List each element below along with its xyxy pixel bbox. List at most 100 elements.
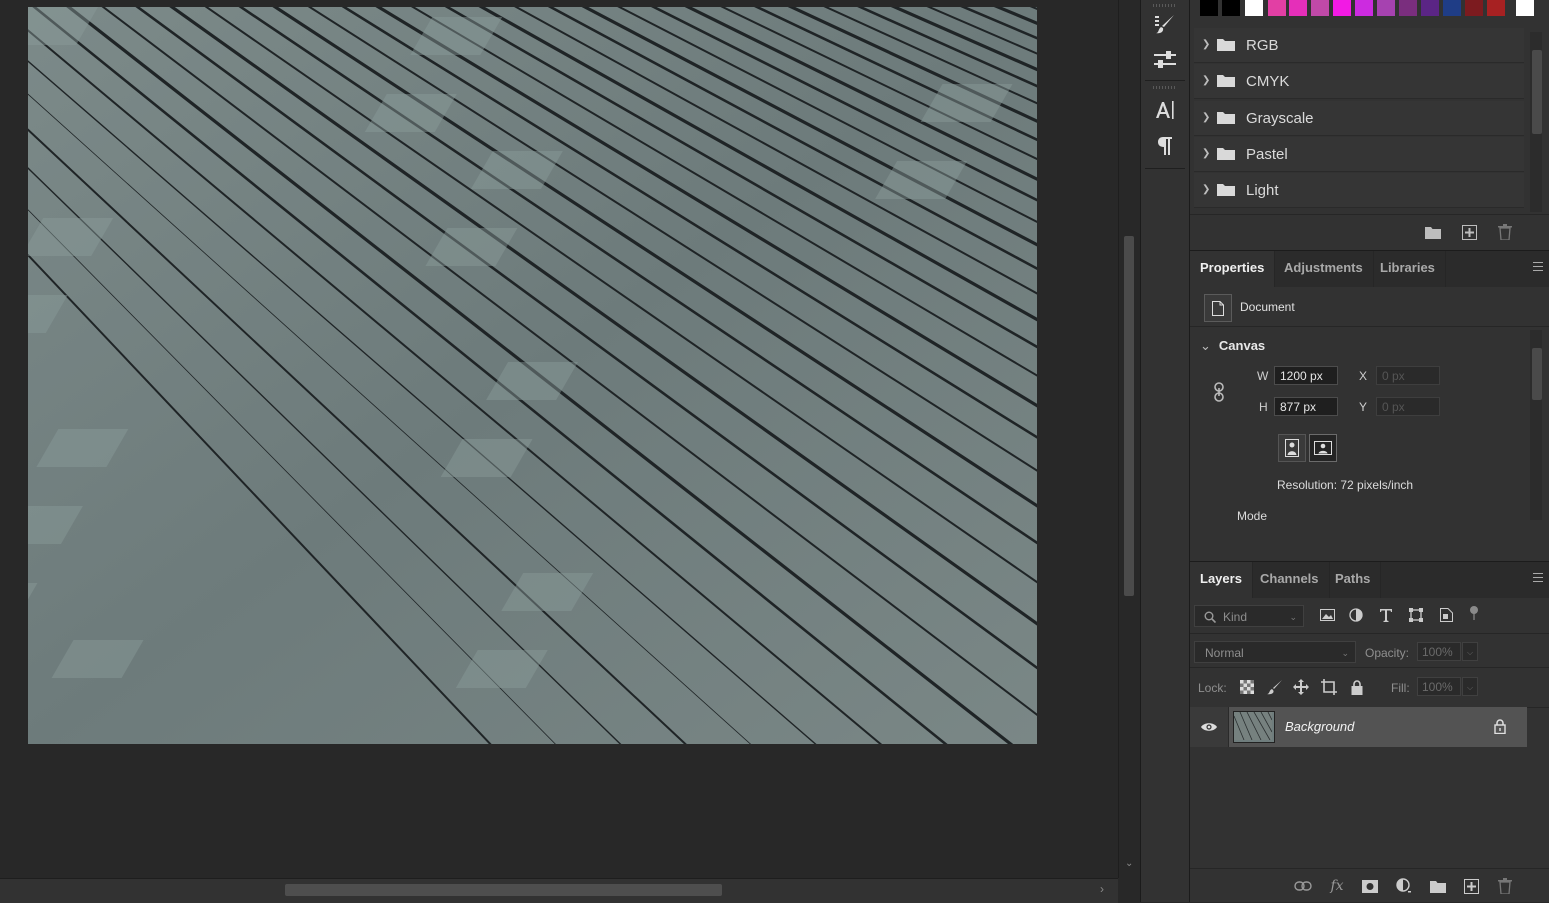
swatch-group-pastel[interactable]: ❯ Pastel [1194, 137, 1524, 172]
new-layer-icon[interactable] [1462, 877, 1480, 895]
lock-image-pixels-brush-icon[interactable] [1265, 677, 1285, 697]
vertical-scrollbar[interactable]: ⌄ [1118, 0, 1141, 878]
swatch-group-light[interactable]: ❯ Light [1194, 173, 1524, 208]
delete-layer-trash-icon[interactable] [1496, 877, 1514, 895]
properties-scrollbar[interactable] [1530, 330, 1542, 520]
fill-dropdown-arrow-icon[interactable]: ⌵ [1462, 677, 1478, 696]
color-swatch[interactable] [1245, 0, 1263, 16]
history-brush-icon[interactable] [1151, 10, 1179, 38]
color-swatch[interactable] [1333, 0, 1351, 16]
add-mask-icon[interactable] [1361, 877, 1379, 895]
lock-position-move-icon[interactable] [1291, 677, 1311, 697]
layer-row-background[interactable]: Background [1190, 707, 1527, 747]
color-swatch[interactable] [1268, 0, 1286, 16]
canvas-workspace[interactable] [0, 0, 1118, 878]
fx-layer-style-icon[interactable]: fx [1328, 877, 1346, 895]
properties-tab-bar: Properties Adjustments Libraries [1190, 250, 1549, 287]
color-swatch[interactable] [1516, 0, 1534, 16]
type-layer-filter-icon[interactable] [1376, 605, 1396, 625]
folder-icon [1217, 148, 1235, 160]
lock-label: Lock: [1198, 681, 1227, 695]
swatch-group-cmyk[interactable]: ❯ CMYK [1194, 64, 1524, 99]
lock-artboard-crop-icon[interactable] [1319, 677, 1339, 697]
fill-field[interactable]: 100% [1417, 677, 1461, 696]
chevron-down-icon[interactable]: ⌄ [1200, 338, 1211, 354]
blend-mode-dropdown[interactable]: Normal ⌄ [1194, 641, 1356, 663]
y-field[interactable]: 0 px [1376, 397, 1440, 416]
folder-icon [1217, 39, 1235, 51]
tab-paths[interactable]: Paths [1325, 562, 1382, 598]
scroll-right-arrow-icon[interactable]: › [1100, 882, 1104, 896]
filter-kind-dropdown[interactable]: Kind ⌄ [1194, 605, 1304, 627]
properties-scroll-thumb[interactable] [1532, 348, 1542, 400]
new-adjustment-layer-icon[interactable] [1395, 877, 1413, 895]
color-swatch[interactable] [1377, 0, 1395, 16]
color-swatch[interactable] [1311, 0, 1329, 16]
layer-lock-icon[interactable] [1494, 719, 1506, 734]
resolution-label: Resolution: 72 pixels/inch [1277, 478, 1414, 492]
x-field[interactable]: 0 px [1376, 366, 1440, 385]
swatches-scrollbar[interactable] [1530, 32, 1542, 212]
color-swatch[interactable] [1465, 0, 1483, 16]
landscape-orientation-button[interactable] [1309, 434, 1337, 462]
adjustment-layer-filter-icon[interactable] [1346, 605, 1366, 625]
chevron-right-icon[interactable]: ❯ [1202, 39, 1210, 50]
chevron-right-icon[interactable]: ❯ [1202, 112, 1210, 123]
color-swatch[interactable] [1399, 0, 1417, 16]
blend-mode-value: Normal [1205, 646, 1244, 660]
new-group-folder-icon[interactable] [1424, 223, 1442, 241]
paragraph-icon[interactable] [1151, 132, 1179, 160]
color-swatch[interactable] [1289, 0, 1307, 16]
tab-channels[interactable]: Channels [1250, 562, 1330, 598]
strip-grip[interactable] [1153, 4, 1177, 7]
filter-toggle-icon[interactable] [1470, 606, 1478, 620]
horizontal-scrollbar[interactable]: › [0, 878, 1118, 903]
vertical-scroll-thumb[interactable] [1124, 236, 1134, 596]
lock-transparent-pixels-icon[interactable] [1237, 677, 1257, 697]
portrait-orientation-button[interactable] [1278, 434, 1306, 462]
delete-trash-icon[interactable] [1496, 223, 1514, 241]
visibility-eye-icon[interactable] [1190, 707, 1229, 747]
link-layers-icon[interactable] [1294, 877, 1312, 895]
new-group-folder-icon[interactable] [1429, 877, 1447, 895]
color-swatch[interactable] [1421, 0, 1439, 16]
tab-libraries[interactable]: Libraries [1370, 251, 1446, 287]
swatch-group-label: RGB [1246, 37, 1279, 54]
smart-object-filter-icon[interactable] [1436, 605, 1456, 625]
chevron-right-icon[interactable]: ❯ [1202, 184, 1210, 195]
width-field[interactable]: 1200 px [1274, 366, 1338, 385]
tab-adjustments[interactable]: Adjustments [1274, 251, 1374, 287]
canvas-section-header[interactable]: ⌄ Canvas [1200, 338, 1265, 354]
color-swatch[interactable] [1355, 0, 1373, 16]
tab-properties[interactable]: Properties [1190, 251, 1276, 287]
folder-icon [1217, 184, 1235, 196]
document-canvas-image[interactable] [28, 7, 1037, 744]
color-swatch[interactable] [1200, 0, 1218, 16]
new-swatch-icon[interactable] [1460, 223, 1478, 241]
link-dimensions-icon[interactable] [1212, 382, 1226, 407]
shape-layer-filter-icon[interactable] [1406, 605, 1426, 625]
layer-filter-row: Kind ⌄ [1190, 599, 1549, 634]
adjust-sliders-icon[interactable] [1151, 45, 1179, 73]
swatch-group-rgb[interactable]: ❯ RGB [1194, 28, 1524, 63]
chevron-right-icon[interactable]: ❯ [1202, 75, 1210, 86]
tab-layers[interactable]: Layers [1190, 562, 1253, 598]
chevron-right-icon[interactable]: ❯ [1202, 148, 1210, 159]
opacity-field[interactable]: 100% [1417, 642, 1461, 661]
panel-menu-icon[interactable] [1533, 573, 1543, 582]
width-label: W [1257, 369, 1269, 383]
document-icon [1204, 294, 1232, 322]
lock-all-padlock-icon[interactable] [1347, 677, 1367, 697]
panel-menu-icon[interactable] [1533, 262, 1543, 271]
color-swatch[interactable] [1222, 0, 1240, 16]
pixel-layer-filter-icon[interactable] [1317, 605, 1337, 625]
scroll-down-arrow-icon[interactable]: ⌄ [1125, 858, 1133, 869]
opacity-dropdown-arrow-icon[interactable]: ⌵ [1462, 642, 1478, 661]
height-field[interactable]: 877 px [1274, 397, 1338, 416]
swatch-group-grayscale[interactable]: ❯ Grayscale [1194, 101, 1524, 136]
color-swatch[interactable] [1443, 0, 1461, 16]
character-icon[interactable] [1151, 96, 1179, 124]
color-swatch[interactable] [1487, 0, 1505, 16]
horizontal-scroll-thumb[interactable] [285, 884, 722, 896]
swatches-scroll-thumb[interactable] [1532, 50, 1542, 134]
